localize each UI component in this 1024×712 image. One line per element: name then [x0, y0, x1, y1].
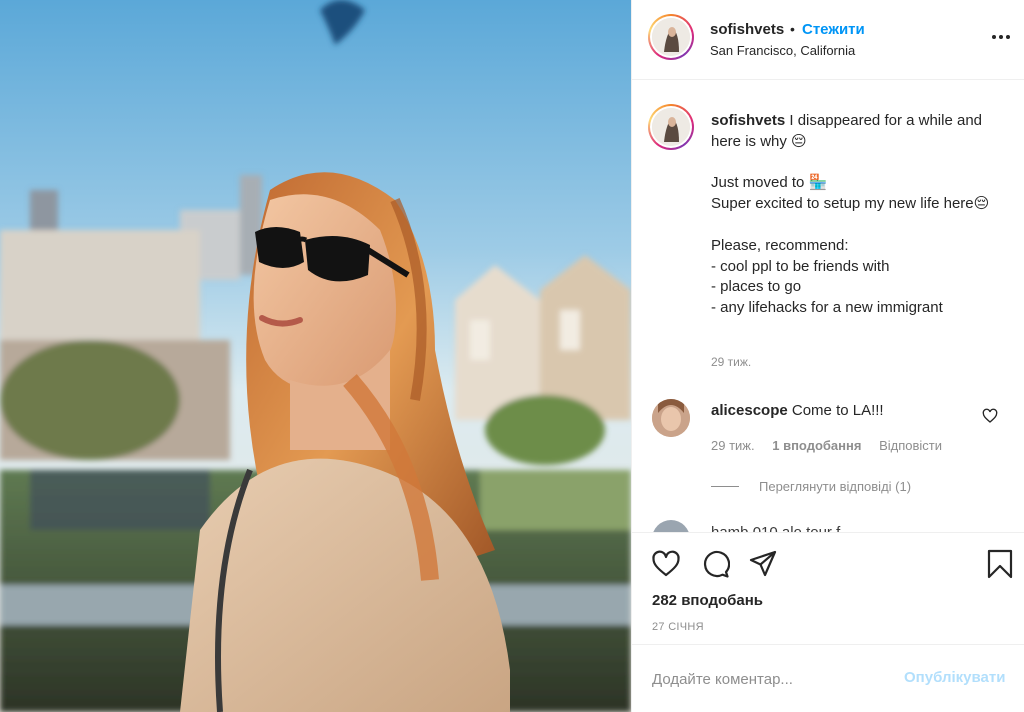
comment-text: alicescope Come to LA!!!	[711, 402, 884, 419]
caption-body: I disappeared for a while and here is wh…	[711, 112, 990, 317]
comment-meta: 29 тиж. 1 вподобання Відповісти	[711, 438, 956, 453]
add-comment-bar: Опублікувати	[632, 644, 1024, 712]
comment-input[interactable]	[652, 667, 892, 691]
post-actions: 282 вподобань 27 СІЧНЯ	[632, 532, 1024, 644]
author-username[interactable]: sofishvets	[710, 21, 784, 38]
small-heart-icon[interactable]	[982, 408, 998, 424]
publish-button[interactable]: Опублікувати	[904, 669, 1005, 686]
author-avatar[interactable]	[648, 14, 694, 60]
comment-username[interactable]: alicescope	[711, 402, 788, 419]
bookmark-icon[interactable]	[985, 549, 1015, 579]
comment-avatar[interactable]	[652, 520, 690, 532]
comments-list[interactable]: sofishvets I disappeared for a while and…	[632, 80, 1024, 532]
likes-count[interactable]: 282 вподобань	[652, 592, 763, 609]
caption-username[interactable]: sofishvets	[711, 112, 785, 129]
heart-icon[interactable]	[651, 549, 681, 579]
caption-text: sofishvets I disappeared for a while and…	[711, 111, 991, 319]
comment-likes[interactable]: 1 вподобання	[772, 438, 861, 453]
post-location[interactable]: San Francisco, California	[710, 43, 855, 58]
comment-icon[interactable]	[700, 549, 730, 579]
post-photo[interactable]	[0, 0, 631, 712]
view-replies-label: Переглянути відповіді (1)	[759, 479, 912, 494]
comment-timestamp[interactable]: 29 тиж.	[711, 438, 755, 453]
comment-text: hamb 010 alo tour f...	[711, 524, 853, 532]
comment-avatar[interactable]	[652, 399, 690, 437]
caption-timestamp[interactable]: 29 тиж.	[711, 355, 751, 369]
reply-button[interactable]: Відповісти	[879, 438, 942, 453]
comment-body: Come to LA!!!	[787, 402, 884, 419]
caption-avatar[interactable]	[648, 104, 694, 150]
post-photo-image	[0, 0, 631, 712]
more-options-icon[interactable]	[990, 26, 1012, 48]
post-side-panel: sofishvets • Стежити San Francisco, Cali…	[631, 0, 1024, 712]
post-date[interactable]: 27 СІЧНЯ	[652, 621, 704, 633]
replies-divider	[711, 486, 739, 487]
view-replies-button[interactable]: Переглянути відповіді (1)	[711, 479, 911, 494]
share-icon[interactable]	[748, 549, 778, 579]
follow-separator: •	[790, 21, 795, 37]
post-header: sofishvets • Стежити San Francisco, Cali…	[632, 0, 1024, 80]
follow-button[interactable]: Стежити	[802, 21, 865, 38]
